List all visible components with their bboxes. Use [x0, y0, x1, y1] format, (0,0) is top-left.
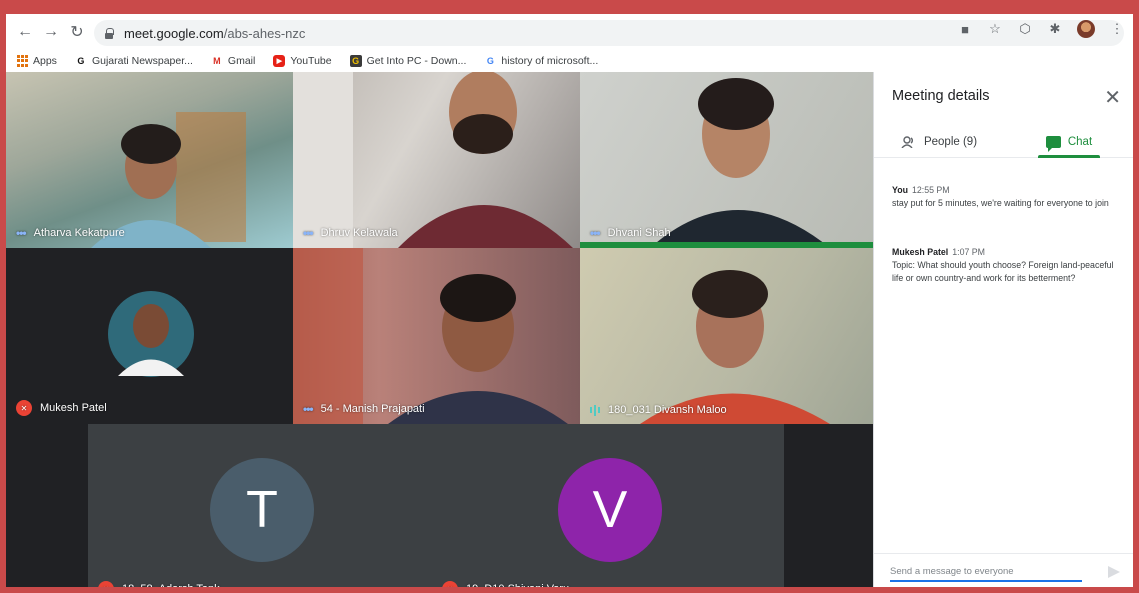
people-icon [901, 135, 913, 148]
tab-chat[interactable]: Chat [1004, 126, 1133, 158]
mic-off-icon: ✕ [98, 581, 114, 587]
participant-name: ••• Dhvani Shah [590, 226, 671, 240]
star-icon[interactable]: ☆ [987, 21, 1003, 37]
lock-icon [104, 27, 114, 39]
chat-message: You 12:55 PM stay put for 5 minutes, we'r… [892, 184, 1120, 210]
participant-tile[interactable]: ✕ Mukesh Patel [6, 248, 293, 424]
chat-message: Mukesh Patel 1:07 PM Topic: What should y… [892, 246, 1120, 286]
avatar: V [558, 458, 662, 562]
forward-arrow-icon[interactable]: → [38, 19, 64, 45]
speaking-indicator-icon [590, 404, 600, 416]
message-text: Topic: What should youth choose? Foreign… [892, 260, 1114, 284]
more-options-icon[interactable]: ••• [590, 226, 601, 240]
browser-toolbar: ← → ↻ meet.google.com/abs-ahes-nzc ■ ☆ ⬡… [6, 14, 1133, 50]
mic-off-icon: ✕ [16, 400, 32, 416]
participant-tile[interactable]: V ✕ 19_D10 Shivani Varu [428, 424, 784, 587]
participant-name: 180_031 Divansh Maloo [590, 404, 727, 416]
extension-shield-icon[interactable]: ⬡ [1017, 21, 1033, 37]
video-frame [580, 78, 873, 248]
participant-name: ••• 54 - Manish Prajapati [303, 402, 425, 416]
bookmark-label: YouTube [290, 55, 332, 67]
bookmark-label: Get Into PC - Down... [366, 55, 467, 67]
panel-title: Meeting details [892, 88, 990, 104]
toolbar-right-icons: ■ ☆ ⬡ ✱ ⋮ [957, 20, 1125, 38]
participant-name: ✕ 18_58_Adarsh Tank [98, 581, 220, 587]
participant-tile[interactable]: T ✕ 18_58_Adarsh Tank [88, 424, 428, 587]
more-options-icon[interactable]: ••• [303, 402, 314, 416]
message-text: stay put for 5 minutes, we're waiting fo… [892, 198, 1109, 209]
video-frame [91, 112, 246, 248]
tab-label: People (9) [923, 135, 978, 148]
reload-icon[interactable]: ↻ [64, 19, 90, 45]
more-options-icon[interactable]: ••• [303, 226, 314, 240]
participant-name: ✕ 19_D10 Shivani Varu [442, 581, 569, 587]
bookmark-label: Gmail [227, 55, 256, 67]
bookmark-label: Gujarati Newspaper... [91, 55, 193, 67]
more-options-icon[interactable]: ••• [16, 226, 27, 240]
participant-name: ••• Atharva Kekatpure [16, 226, 125, 240]
participant-tile[interactable]: ••• Dhvani Shah [580, 72, 873, 248]
message-sender: You [892, 185, 908, 195]
chat-compose: Send a message to everyone [874, 553, 1133, 587]
participant-name: ••• Dhruv Kelawala [303, 226, 398, 240]
gmail-icon: M [213, 56, 221, 66]
bookmark-gujarati-newspaper[interactable]: G Gujarati Newspaper... [75, 55, 193, 67]
panel-tabs: People (9) Chat [874, 126, 1133, 158]
video-frame [640, 270, 830, 424]
participant-tile[interactable]: 180_031 Divansh Maloo [580, 248, 873, 424]
meeting-details-panel: Meeting details ✕ People (9) Chat You 12:… [873, 72, 1133, 587]
getintopc-icon: G [349, 55, 362, 67]
camera-icon[interactable]: ■ [957, 21, 973, 37]
chat-message-input[interactable]: Send a message to everyone [890, 566, 1082, 582]
participant-tile[interactable]: ••• Dhruv Kelawala [293, 72, 580, 248]
mic-off-icon: ✕ [442, 581, 458, 587]
video-frame [293, 72, 573, 248]
bookmark-getintopc[interactable]: G Get Into PC - Down... [349, 55, 467, 67]
profile-photo [108, 291, 194, 377]
bookmark-label: history of microsoft... [501, 55, 599, 67]
message-time: 1:07 PM [952, 247, 985, 257]
message-time: 12:55 PM [911, 185, 950, 195]
back-arrow-icon[interactable]: ← [12, 19, 38, 45]
message-sender: Mukesh Patel [892, 247, 949, 257]
tab-label: Chat [1067, 135, 1093, 148]
gujarati-newspaper-icon: G [77, 56, 85, 66]
kebab-menu-icon[interactable]: ⋮ [1109, 21, 1125, 37]
participant-name: ✕ Mukesh Patel [16, 400, 107, 416]
bookmark-history-microsoft[interactable]: G history of microsoft... [484, 55, 598, 67]
google-icon: G [486, 56, 494, 66]
chat-icon [1045, 135, 1061, 152]
participant-tile[interactable]: ••• 54 - Manish Prajapati [293, 248, 580, 424]
bookmarks-bar: Apps G Gujarati Newspaper... M Gmail ▶ Y… [6, 50, 1133, 72]
screenshot-frame: ← → ↻ meet.google.com/abs-ahes-nzc ■ ☆ ⬡… [0, 0, 1139, 593]
avatar: T [210, 458, 314, 562]
youtube-icon: ▶ [273, 55, 286, 67]
bookmark-gmail[interactable]: M Gmail [211, 55, 255, 67]
profile-avatar-icon[interactable] [1077, 20, 1095, 38]
bookmark-youtube[interactable]: ▶ YouTube [273, 55, 332, 67]
tab-people[interactable]: People (9) [874, 126, 1004, 157]
send-icon[interactable] [1108, 566, 1120, 578]
close-icon[interactable]: ✕ [1104, 85, 1121, 110]
bookmark-label: Apps [33, 55, 57, 67]
bookmark-apps[interactable]: Apps [16, 55, 57, 67]
apps-grid-icon [16, 55, 28, 67]
participant-tile[interactable]: ••• Atharva Kekatpure [6, 72, 293, 248]
video-frame [293, 248, 568, 424]
url-text: meet.google.com/abs-ahes-nzc [124, 25, 306, 41]
puzzle-icon[interactable]: ✱ [1047, 21, 1063, 37]
